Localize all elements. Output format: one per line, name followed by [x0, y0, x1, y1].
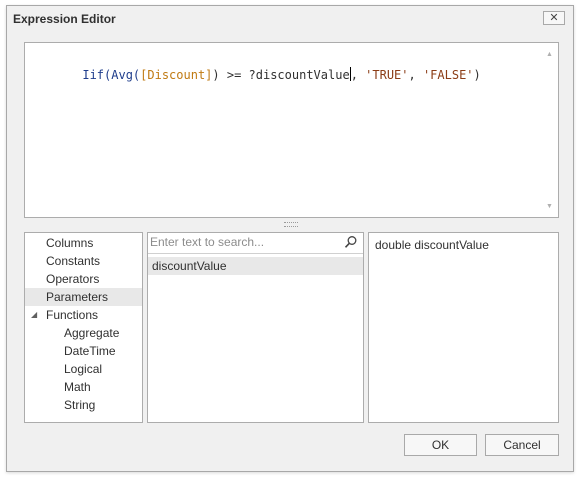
expression-text: Iif(Avg([Discount]) >= ?discountValue, '…	[39, 53, 481, 96]
category-label: Columns	[46, 236, 94, 250]
expr-token-field: [Discount]	[140, 68, 213, 82]
expand-collapse-icon[interactable]: ◢	[31, 306, 37, 324]
editor-vertical-scrollbar[interactable]: ▲ ▼	[542, 43, 558, 217]
scroll-down-arrow-icon[interactable]: ▼	[546, 203, 553, 210]
category-list: Columns Constants Operators Parameters ◢…	[24, 232, 143, 423]
dialog-title: Expression Editor	[13, 12, 116, 26]
category-item-constants[interactable]: Constants	[25, 252, 142, 270]
search-icon[interactable]	[344, 235, 358, 249]
title-bar: Expression Editor ✕	[7, 6, 573, 30]
expr-token-separator: ,	[408, 68, 423, 82]
category-item-operators[interactable]: Operators	[25, 270, 142, 288]
expr-token-separator: ,	[350, 68, 366, 82]
category-label: Aggregate	[64, 326, 120, 340]
category-item-datetime[interactable]: DateTime	[25, 342, 142, 360]
category-item-logical[interactable]: Logical	[25, 360, 142, 378]
category-item-columns[interactable]: Columns	[25, 234, 142, 252]
list-item-label: discountValue	[152, 259, 227, 273]
expression-editor-dialog: Expression Editor ✕ Iif(Avg([Discount]) …	[6, 5, 574, 472]
description-panel: double discountValue	[368, 232, 559, 423]
ok-button[interactable]: OK	[404, 434, 477, 456]
category-label: Constants	[46, 254, 101, 268]
category-label: Operators	[46, 272, 100, 286]
category-label: Functions	[46, 308, 99, 322]
list-item-discountvalue[interactable]: discountValue	[148, 257, 363, 275]
expr-token-string-false: 'FALSE'	[422, 68, 474, 82]
category-label: String	[64, 398, 96, 412]
close-icon: ✕	[549, 12, 559, 24]
category-item-aggregate[interactable]: Aggregate	[25, 324, 142, 342]
cancel-button[interactable]: Cancel	[485, 434, 559, 456]
description-text: double discountValue	[375, 238, 489, 252]
category-label: Parameters	[46, 290, 109, 304]
category-item-parameters[interactable]: Parameters	[25, 288, 142, 306]
category-label: DateTime	[64, 344, 116, 358]
search-input[interactable]	[150, 234, 340, 250]
category-label: Math	[64, 380, 91, 394]
expr-token-parameter: ) >= ?discountValue	[212, 68, 350, 82]
close-button[interactable]: ✕	[543, 11, 565, 25]
category-item-string[interactable]: String	[25, 396, 142, 414]
expr-token-string-true: 'TRUE'	[365, 68, 409, 82]
items-panel: discountValue	[147, 232, 364, 423]
expression-text-area[interactable]: Iif(Avg([Discount]) >= ?discountValue, '…	[24, 42, 559, 218]
category-item-math[interactable]: Math	[25, 378, 142, 396]
category-item-functions[interactable]: ◢ Functions	[25, 306, 142, 324]
category-label: Logical	[64, 362, 103, 376]
search-box	[148, 233, 363, 254]
scroll-up-arrow-icon[interactable]: ▲	[546, 51, 553, 58]
expr-token-close-paren: )	[473, 68, 481, 82]
expr-token-function: Iif(Avg(	[82, 68, 141, 82]
panel-splitter-grip[interactable]	[284, 222, 298, 227]
